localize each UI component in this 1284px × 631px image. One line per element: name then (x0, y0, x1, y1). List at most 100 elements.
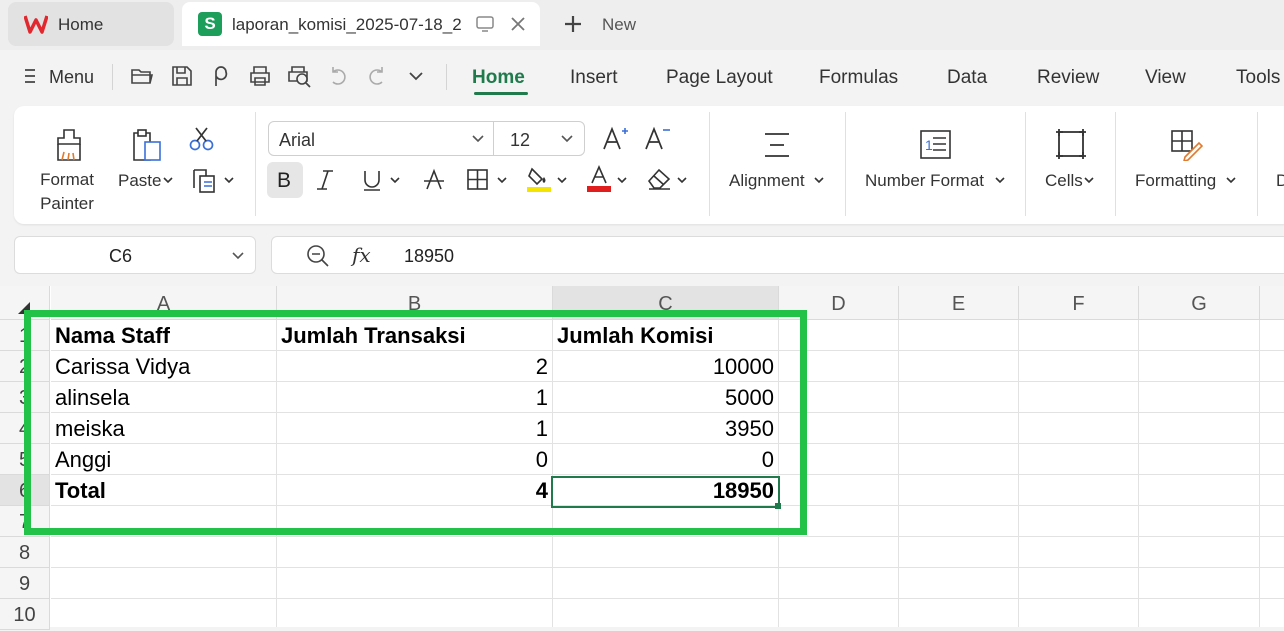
font-size-select[interactable]: 12 (493, 121, 585, 156)
row-header-2[interactable]: 2 (0, 351, 50, 382)
bold-button[interactable]: B (267, 162, 303, 198)
cell-b2[interactable]: 2 (277, 351, 553, 382)
formatting-button[interactable]: Formatting (1135, 171, 1216, 191)
cell-c1[interactable]: Jumlah Komisi (553, 320, 779, 351)
column-header-h[interactable] (1260, 286, 1284, 320)
row-header-7[interactable]: 7 (0, 506, 50, 537)
tab-page-layout[interactable]: Page Layout (666, 67, 773, 89)
row-header-8[interactable]: 8 (0, 537, 50, 568)
column-header-f[interactable]: F (1019, 286, 1139, 320)
export-icon[interactable] (210, 64, 234, 88)
column-header-a[interactable]: A (51, 286, 277, 320)
name-box[interactable]: C6 (14, 236, 256, 274)
cell-c2[interactable]: 10000 (553, 351, 779, 382)
chevron-down-icon[interactable] (556, 175, 568, 185)
fill-color-icon[interactable] (526, 165, 552, 193)
decrease-font-size-icon[interactable] (643, 125, 671, 151)
row-header-1[interactable]: 1 (0, 320, 50, 351)
paste-icon[interactable] (128, 128, 164, 164)
function-icon[interactable]: fx (352, 243, 371, 267)
cell-c6[interactable]: 18950 (553, 475, 779, 506)
cell-b5[interactable]: 0 (277, 444, 553, 475)
tab-review[interactable]: Review (1037, 67, 1099, 89)
format-painter-icon[interactable] (54, 128, 86, 162)
cell-b4[interactable]: 1 (277, 413, 553, 444)
chevron-down-icon[interactable] (813, 175, 825, 185)
column-header-g[interactable]: G (1139, 286, 1260, 320)
row-header-9[interactable]: 9 (0, 568, 50, 599)
increase-font-size-icon[interactable] (601, 125, 629, 151)
row-header-4[interactable]: 4 (0, 413, 50, 444)
format-painter-label-line1[interactable]: Format (30, 170, 104, 190)
chevron-down-icon[interactable] (162, 175, 174, 185)
conditional-formatting-icon[interactable] (1170, 129, 1204, 161)
zoom-formula-icon[interactable] (306, 244, 330, 268)
chevron-down-icon[interactable] (1225, 175, 1237, 185)
cell-a3[interactable]: alinsela (51, 382, 277, 413)
undo-icon[interactable] (327, 64, 351, 88)
number-format-button[interactable]: Number Format (865, 171, 984, 191)
menu-button[interactable]: Menu (49, 67, 94, 88)
alignment-icon[interactable] (763, 131, 791, 159)
monitor-icon[interactable] (476, 16, 494, 32)
tab-data[interactable]: Data (947, 67, 987, 89)
tab-view[interactable]: View (1145, 67, 1186, 89)
cut-icon[interactable] (188, 126, 216, 152)
tab-file[interactable]: S laporan_komisi_2025-07-18_2 (182, 2, 540, 46)
chevron-down-icon[interactable] (496, 175, 508, 185)
cell-a4[interactable]: meiska (51, 413, 277, 444)
chevron-down-icon[interactable] (389, 175, 401, 185)
print-icon[interactable] (248, 64, 272, 88)
tab-home-ribbon[interactable]: Home (472, 67, 525, 89)
column-header-c[interactable]: C (553, 286, 779, 320)
cell-c5[interactable]: 0 (553, 444, 779, 475)
chevron-down-icon[interactable] (676, 175, 688, 185)
cell-b6[interactable]: 4 (277, 475, 553, 506)
italic-icon[interactable] (314, 168, 336, 192)
select-all-corner[interactable] (0, 286, 50, 320)
chevron-down-icon[interactable] (994, 175, 1006, 185)
copy-icon[interactable] (192, 168, 220, 194)
chevron-down-icon[interactable] (406, 64, 430, 88)
chevron-down-icon[interactable] (616, 175, 628, 185)
alignment-button[interactable]: Alignment (729, 171, 805, 191)
hamburger-icon[interactable] (22, 64, 46, 88)
cell-b1[interactable]: Jumlah Transaksi (277, 320, 553, 351)
cells-button[interactable]: Cells (1045, 171, 1083, 191)
row-header-6[interactable]: 6 (0, 475, 50, 506)
tab-home[interactable]: Home (8, 2, 174, 46)
plus-icon[interactable] (563, 14, 583, 34)
number-format-icon[interactable]: 1 (920, 130, 952, 160)
cell-c3[interactable]: 5000 (553, 382, 779, 413)
row-header-10[interactable]: 10 (0, 599, 50, 630)
chevron-down-icon[interactable] (231, 250, 245, 262)
chevron-down-icon[interactable] (1083, 175, 1095, 185)
font-color-icon[interactable] (586, 165, 612, 193)
paste-button[interactable]: Paste (118, 171, 161, 191)
tab-insert[interactable]: Insert (570, 67, 618, 89)
clear-format-eraser-icon[interactable] (646, 167, 672, 191)
cell-b3[interactable]: 1 (277, 382, 553, 413)
cells-icon[interactable] (1055, 128, 1087, 160)
open-folder-icon[interactable] (130, 64, 154, 88)
formula-input[interactable]: 18950 (404, 246, 454, 267)
cell-a2[interactable]: Carissa Vidya (51, 351, 277, 382)
new-tab-label[interactable]: New (602, 15, 636, 35)
column-header-b[interactable]: B (277, 286, 553, 320)
ribbon-overflow-label[interactable]: D (1276, 171, 1284, 191)
chevron-down-icon[interactable] (223, 175, 235, 185)
fill-handle[interactable] (775, 503, 781, 509)
redo-icon[interactable] (366, 64, 390, 88)
cell-a5[interactable]: Anggi (51, 444, 277, 475)
cell-a6[interactable]: Total (51, 475, 277, 506)
cell-a1[interactable]: Nama Staff (51, 320, 277, 351)
column-header-d[interactable]: D (779, 286, 899, 320)
format-painter-label-line2[interactable]: Painter (30, 194, 104, 214)
row-header-3[interactable]: 3 (0, 382, 50, 413)
strikethrough-icon[interactable] (422, 168, 446, 192)
tab-formulas[interactable]: Formulas (819, 67, 898, 89)
save-icon[interactable] (170, 64, 194, 88)
print-preview-icon[interactable] (287, 64, 311, 88)
font-name-select[interactable]: Arial (268, 121, 494, 156)
cell-c4[interactable]: 3950 (553, 413, 779, 444)
